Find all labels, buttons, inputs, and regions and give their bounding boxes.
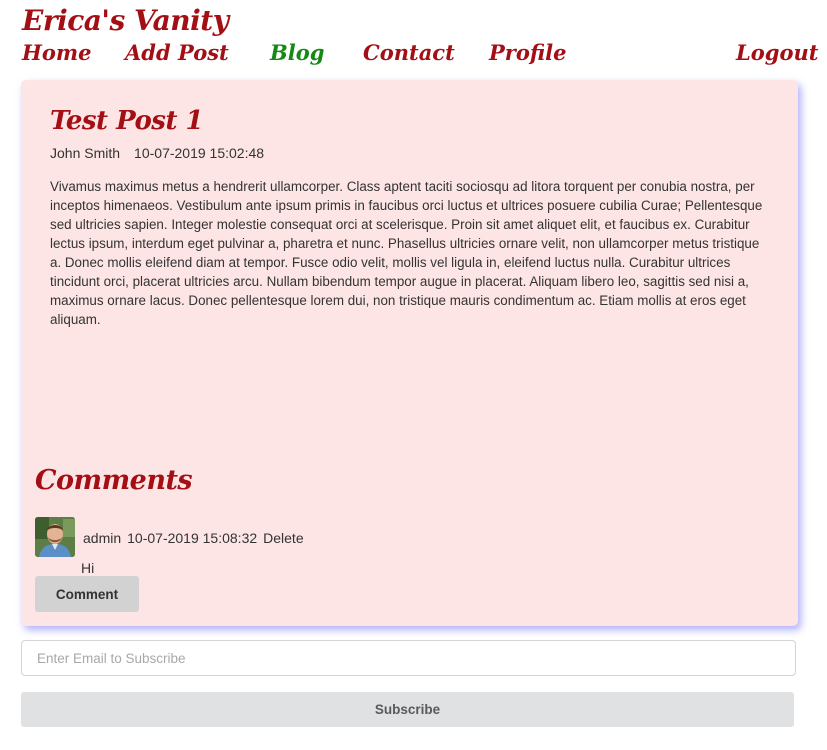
comment-meta: admin 10-07-2019 15:08:32 Delete xyxy=(83,530,310,546)
comment-delete-link[interactable]: Delete xyxy=(263,530,303,546)
site-logo: Erica's Vanity xyxy=(22,4,229,37)
post-author: John Smith xyxy=(50,145,121,161)
nav-logout[interactable]: Logout xyxy=(736,40,818,65)
post-card: Test Post 1 John Smith 10-07-2019 15:02:4… xyxy=(21,80,798,626)
nav-home[interactable]: Home xyxy=(22,40,91,65)
comment-text: Hi xyxy=(81,560,95,576)
post-timestamp: 10-07-2019 15:02:48 xyxy=(134,145,265,161)
post-body: Vivamus maximus metus a hendrerit ullamc… xyxy=(50,179,763,327)
user-photo-icon xyxy=(35,517,75,557)
comment-button[interactable]: Comment xyxy=(35,576,139,612)
post-title: Test Post 1 xyxy=(50,106,204,136)
comment-item: admin 10-07-2019 15:08:32 Delete Hi xyxy=(35,517,775,577)
subscribe-button[interactable]: Subscribe xyxy=(21,692,794,727)
comment-timestamp: 10-07-2019 15:08:32 xyxy=(127,530,258,546)
comments-heading: Comments xyxy=(35,465,193,496)
nav-contact[interactable]: Contact xyxy=(363,40,455,65)
post-meta: John Smith 10-07-2019 15:02:48 xyxy=(50,145,264,161)
main-nav: Home Add Post Blog Contact Profile Logou… xyxy=(0,40,827,70)
nav-profile[interactable]: Profile xyxy=(489,40,566,65)
comment-author: admin xyxy=(83,530,122,546)
nav-add-post[interactable]: Add Post xyxy=(125,40,229,65)
avatar xyxy=(35,517,75,557)
nav-blog[interactable]: Blog xyxy=(270,40,324,65)
subscribe-email-input[interactable] xyxy=(21,640,796,676)
